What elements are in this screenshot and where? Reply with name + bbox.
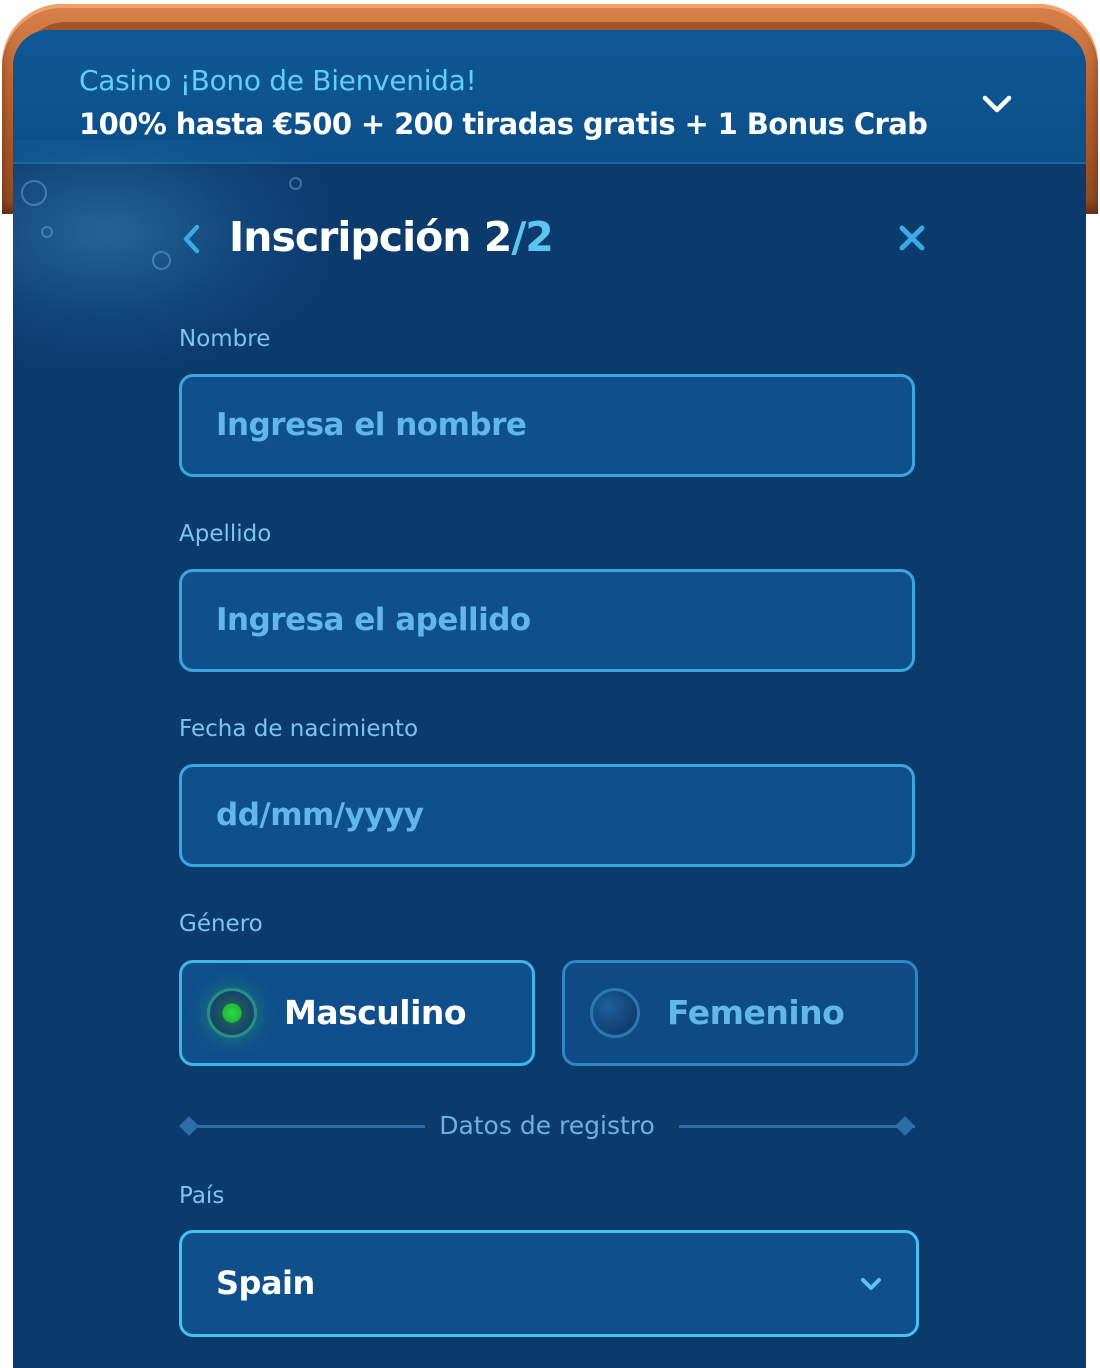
radio-unselected-icon[interactable]: [590, 988, 640, 1038]
form-header: Inscripción 2/2: [13, 205, 1086, 275]
country-select[interactable]: Spain: [179, 1230, 919, 1337]
gender-option-female[interactable]: Femenino: [562, 960, 918, 1066]
country-selected-value: Spain: [216, 1264, 315, 1302]
birth-date-label: Fecha de nacimiento: [179, 716, 419, 742]
birth-date-placeholder: dd/mm/yyyy: [216, 797, 424, 833]
gender-option-male[interactable]: Masculino: [179, 960, 535, 1066]
chevron-down-icon: [861, 1278, 881, 1290]
bonus-description: 100% hasta €500 + 200 tiradas gratis + 1…: [79, 107, 928, 141]
gender-option-label: Femenino: [667, 993, 845, 1032]
step-total: /2: [511, 213, 554, 261]
birth-date-input[interactable]: dd/mm/yyyy: [179, 764, 915, 867]
step-current: 2: [483, 213, 513, 261]
bonus-title: Casino ¡Bono de Bienvenida!: [79, 64, 477, 97]
first-name-input[interactable]: Ingresa el nombre: [179, 374, 915, 477]
section-divider: Datos de registro: [179, 1108, 915, 1144]
page-title: Inscripción 2/2: [229, 213, 554, 261]
radio-selected-icon[interactable]: [207, 988, 257, 1038]
last-name-placeholder: Ingresa el apellido: [216, 602, 531, 638]
chevron-down-icon[interactable]: [979, 86, 1015, 122]
chevron-left-icon[interactable]: [175, 221, 211, 257]
registration-panel: Casino ¡Bono de Bienvenida! 100% hasta €…: [13, 30, 1086, 1368]
last-name-label: Apellido: [179, 521, 272, 547]
bubble-decoration: [289, 177, 302, 190]
gender-option-label: Masculino: [284, 993, 467, 1032]
close-icon[interactable]: [893, 219, 931, 257]
last-name-input[interactable]: Ingresa el apellido: [179, 569, 915, 672]
first-name-placeholder: Ingresa el nombre: [216, 407, 527, 443]
country-label: País: [179, 1183, 225, 1209]
bubble-decoration: [21, 180, 47, 206]
title-text: Inscripción: [229, 213, 471, 261]
first-name-label: Nombre: [179, 326, 271, 352]
divider-line: [679, 1125, 915, 1128]
gender-label: Género: [179, 911, 263, 937]
casino-modal-frame: Casino ¡Bono de Bienvenida! 100% hasta €…: [0, 0, 1100, 1368]
